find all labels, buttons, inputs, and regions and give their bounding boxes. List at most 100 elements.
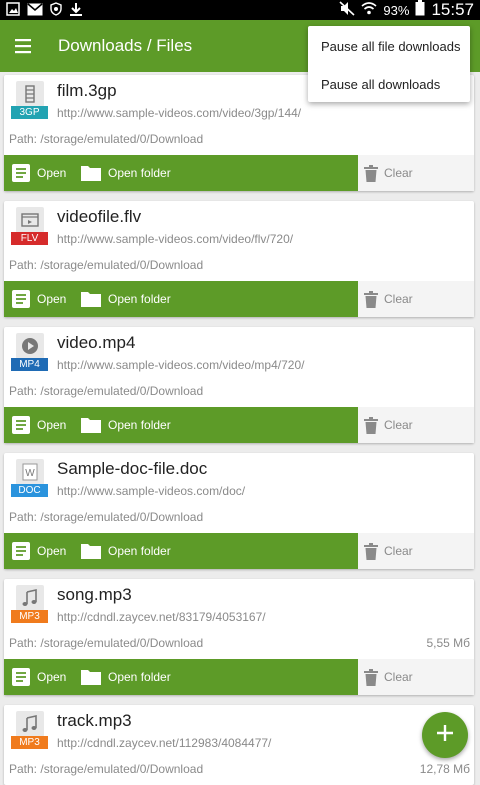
action-bar: Open Open folder Clear <box>4 155 474 191</box>
music-note-icon <box>16 711 44 737</box>
status-bar: 93% 15:57 <box>0 0 480 20</box>
file-type-tag: MP3 <box>11 610 48 623</box>
file-size: 12,78 Мб <box>419 762 470 776</box>
folder-icon <box>80 416 102 434</box>
open-label: Open <box>37 544 67 558</box>
menu-item-pause-file-downloads[interactable]: Pause all file downloads <box>321 39 460 54</box>
action-bar: Open Open folder Clear <box>4 407 474 443</box>
folder-icon <box>80 668 102 686</box>
music-note-icon <box>16 585 44 611</box>
open-folder-button[interactable]: Open folder <box>80 533 171 569</box>
download-card: FLV videofile.flv http://www.sample-vide… <box>4 201 474 317</box>
document-icon <box>11 415 31 435</box>
file-type-tag: MP3 <box>11 736 48 749</box>
file-type-tag: DOC <box>11 484 48 497</box>
film-icon <box>16 81 44 107</box>
open-folder-label: Open folder <box>108 544 171 558</box>
folder-icon <box>80 164 102 182</box>
open-button[interactable]: Open <box>11 407 66 443</box>
open-button[interactable]: Open <box>11 281 66 317</box>
clear-label: Clear <box>384 418 413 432</box>
open-folder-label: Open folder <box>108 418 171 432</box>
open-label: Open <box>37 166 67 180</box>
open-label: Open <box>37 292 67 306</box>
open-button[interactable]: Open <box>11 155 66 191</box>
menu-icon[interactable] <box>12 34 36 58</box>
file-url: http://www.sample-videos.com/video/flv/7… <box>57 232 294 246</box>
open-folder-button[interactable]: Open folder <box>80 155 171 191</box>
battery-icon <box>415 0 425 20</box>
overflow-menu: Pause all file downloads Pause all downl… <box>308 26 470 102</box>
page-title: Downloads / Files <box>58 36 193 55</box>
clear-button[interactable]: Clear <box>364 155 413 191</box>
clear-label: Clear <box>384 670 413 684</box>
clear-button[interactable]: Clear <box>364 281 413 317</box>
gmail-icon <box>27 2 43 16</box>
trash-icon <box>364 668 378 686</box>
open-button[interactable]: Open <box>11 533 66 569</box>
file-type-badge: MP3 <box>10 711 50 749</box>
file-type-tag: 3GP <box>11 106 48 119</box>
file-type-tag: FLV <box>11 232 48 245</box>
svg-text:W: W <box>25 468 35 479</box>
file-url: http://www.sample-videos.com/video/3gp/1… <box>57 106 302 120</box>
file-type-badge: MP3 <box>10 585 50 623</box>
action-bar: Open Open folder Clear <box>4 281 474 317</box>
file-path: Path: /storage/emulated/0/Download <box>9 132 204 146</box>
add-download-button[interactable] <box>422 712 468 758</box>
file-path: Path: /storage/emulated/0/Download <box>9 384 204 398</box>
video-window-icon <box>16 207 44 233</box>
open-folder-button[interactable]: Open folder <box>80 659 171 695</box>
wifi-icon <box>361 1 377 19</box>
download-card: MP3 track.mp3 http://cdndl.zaycev.net/11… <box>4 705 474 785</box>
file-path: Path: /storage/emulated/0/Download <box>9 258 204 272</box>
clear-label: Clear <box>384 166 413 180</box>
image-icon <box>6 2 20 16</box>
file-type-badge: W DOC <box>10 459 50 497</box>
trash-icon <box>364 542 378 560</box>
trash-icon <box>364 416 378 434</box>
document-icon <box>11 667 31 687</box>
clear-button[interactable]: Clear <box>364 533 413 569</box>
trash-icon <box>364 290 378 308</box>
clear-label: Clear <box>384 292 413 306</box>
download-card: W DOC Sample-doc-file.doc http://www.sam… <box>4 453 474 569</box>
clear-label: Clear <box>384 544 413 558</box>
action-bar: Open Open folder Clear <box>4 533 474 569</box>
open-button[interactable]: Open <box>11 659 66 695</box>
file-url: http://www.sample-videos.com/doc/ <box>57 484 246 498</box>
clear-button[interactable]: Clear <box>364 407 413 443</box>
file-url: http://cdndl.zaycev.net/83179/4053167/ <box>57 610 266 624</box>
play-icon <box>16 333 44 359</box>
trash-icon <box>364 164 378 182</box>
download-card: MP3 song.mp3 http://cdndl.zaycev.net/831… <box>4 579 474 695</box>
file-path: Path: /storage/emulated/0/Download <box>9 510 204 524</box>
file-name: film.3gp <box>57 81 117 100</box>
file-name: video.mp4 <box>57 333 136 352</box>
open-folder-label: Open folder <box>108 292 171 306</box>
open-folder-button[interactable]: Open folder <box>80 281 171 317</box>
mute-icon <box>339 0 355 20</box>
battery-percent: 93% <box>383 2 410 18</box>
file-size: 5,55 Мб <box>426 636 470 650</box>
action-bar: Open Open folder Clear <box>4 659 474 695</box>
file-path: Path: /storage/emulated/0/Download <box>9 762 204 776</box>
download-icon <box>69 2 83 16</box>
clear-button[interactable]: Clear <box>364 659 413 695</box>
file-type-tag: MP4 <box>11 358 48 371</box>
open-folder-button[interactable]: Open folder <box>80 407 171 443</box>
file-url: http://cdndl.zaycev.net/112983/4084477/ <box>57 736 272 750</box>
document-icon <box>11 163 31 183</box>
menu-item-pause-all-downloads[interactable]: Pause all downloads <box>321 77 440 92</box>
file-type-badge: MP4 <box>10 333 50 371</box>
word-doc-icon: W <box>16 459 44 485</box>
open-label: Open <box>37 418 67 432</box>
document-icon <box>11 541 31 561</box>
file-url: http://www.sample-videos.com/video/mp4/7… <box>57 358 305 372</box>
document-icon <box>11 289 31 309</box>
open-folder-label: Open folder <box>108 670 171 684</box>
download-card: MP4 video.mp4 http://www.sample-videos.c… <box>4 327 474 443</box>
plus-icon <box>436 724 454 747</box>
file-type-badge: 3GP <box>10 81 50 119</box>
folder-icon <box>80 542 102 560</box>
